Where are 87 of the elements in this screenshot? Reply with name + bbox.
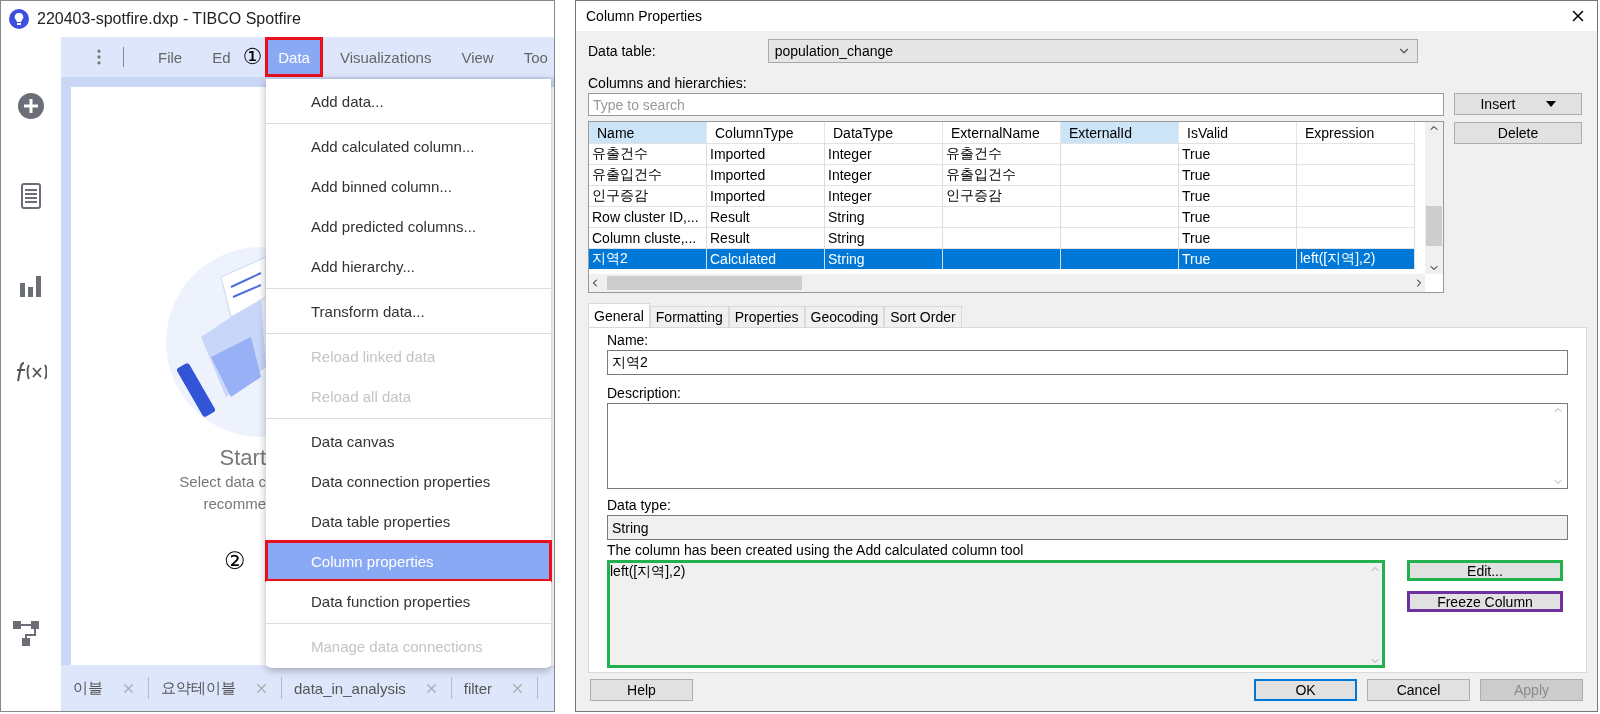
tab[interactable]: Formatting xyxy=(649,306,729,327)
start-text: Select data c xyxy=(179,472,266,492)
table-cell: Imported xyxy=(707,143,825,164)
field-label: Data table: xyxy=(588,43,656,59)
table-cell: Imported xyxy=(707,185,825,206)
horizontal-scrollbar[interactable] xyxy=(589,274,1425,292)
table-cell: 지역2 xyxy=(589,248,707,269)
expression-caption: The column has been created using the Add calculated column tool xyxy=(607,542,1025,558)
data-table-dropdown[interactable]: population_change xyxy=(767,39,1418,63)
table-cell: True xyxy=(1179,206,1297,227)
table-cell: Result xyxy=(707,227,825,248)
section-label: Columns and hierarchies: xyxy=(588,75,748,91)
table-cell: Integer xyxy=(825,185,943,206)
step-marker: ② xyxy=(224,549,246,573)
tab[interactable]: Sort Order xyxy=(884,306,962,327)
page-tab[interactable]: 요약테이블 xyxy=(161,678,236,698)
table-cell: Result xyxy=(707,206,825,227)
vertical-scrollbar[interactable] xyxy=(1425,122,1443,274)
scroll-thumb[interactable] xyxy=(607,276,802,290)
table-cell: 인구증감 xyxy=(589,185,707,206)
side-button[interactable]: Delete xyxy=(1454,122,1582,144)
table-cell: 유출입건수 xyxy=(589,164,707,185)
table-cell: Column cluste,... xyxy=(589,227,707,248)
data-type-field: String xyxy=(607,515,1568,540)
menu-item[interactable]: Add predicted columns... xyxy=(266,206,551,246)
table-cell: 유출건수 xyxy=(589,143,707,164)
table-cell: Row cluster ID,... xyxy=(589,206,707,227)
tab[interactable]: Properties xyxy=(728,306,805,327)
add-icon[interactable] xyxy=(18,93,44,119)
bar-chart-icon[interactable] xyxy=(20,273,42,297)
function-icon[interactable] xyxy=(15,361,47,383)
menu-item[interactable]: Data table properties xyxy=(266,501,551,541)
page-tab[interactable]: 이블 xyxy=(73,678,103,698)
menu-item[interactable]: Data canvas xyxy=(266,421,551,461)
step-marker: ① xyxy=(242,46,263,68)
search-field[interactable]: Type to search xyxy=(588,93,1444,116)
dialog-button[interactable]: OK xyxy=(1254,679,1357,701)
table-cell: True xyxy=(1179,164,1297,185)
column-header[interactable]: Name xyxy=(589,122,707,143)
start-title: Start xyxy=(219,445,266,471)
table-cell: String xyxy=(825,206,943,227)
table-cell: 인구증감 xyxy=(943,185,1061,206)
table-cell: Integer xyxy=(825,164,943,185)
expression-button[interactable]: Freeze Column xyxy=(1407,591,1563,612)
field-label: Name: xyxy=(607,332,650,348)
menu-tab[interactable]: Ed xyxy=(200,38,243,76)
table-cell: True xyxy=(1179,248,1297,269)
tab[interactable]: Geocoding xyxy=(804,306,885,327)
window-title: 220403-spotfire.dxp - TIBCO Spotfire xyxy=(37,10,301,28)
table-cell: String xyxy=(825,227,943,248)
table-cell: Imported xyxy=(707,164,825,185)
field-label: Description: xyxy=(607,385,682,401)
table-cell: Integer xyxy=(825,143,943,164)
menu-tab[interactable]: File xyxy=(146,38,195,76)
expression-field[interactable]: left([지역],2) xyxy=(607,560,1385,668)
menu-item[interactable]: Add binned column... xyxy=(266,166,551,206)
side-button[interactable]: Insert xyxy=(1454,93,1582,115)
table-cell: 유출입건수 xyxy=(943,164,1061,185)
menu-item[interactable]: Data connection properties xyxy=(266,461,551,501)
expression-button[interactable]: Edit... xyxy=(1407,560,1563,581)
table-cell: 유출건수 xyxy=(943,143,1061,164)
scroll-thumb[interactable] xyxy=(1426,206,1442,246)
table-cell: True xyxy=(1179,227,1297,248)
name-field[interactable]: 지역2 xyxy=(607,350,1568,375)
field-label: Data type: xyxy=(607,497,672,513)
table-icon[interactable] xyxy=(21,183,41,209)
column-header[interactable]: ExternalId xyxy=(1061,122,1179,143)
table-cell: left([지역],2) xyxy=(1297,248,1415,269)
table-cell: String xyxy=(825,248,943,269)
app-logo-icon xyxy=(9,9,29,29)
menu-item[interactable]: Add calculated column... xyxy=(266,126,551,166)
table-cell: Calculated xyxy=(707,248,825,269)
table-cell: True xyxy=(1179,185,1297,206)
menu-item[interactable]: Data function properties xyxy=(266,581,551,621)
hierarchy-icon[interactable] xyxy=(13,621,39,647)
dialog-button[interactable]: Help xyxy=(590,679,693,701)
page-tab[interactable]: data_in_analysis xyxy=(294,679,406,697)
menu-tab[interactable]: Too xyxy=(511,38,554,76)
menu-tab[interactable]: View xyxy=(449,38,506,76)
table-cell: True xyxy=(1179,143,1297,164)
start-text: recomme xyxy=(203,494,266,514)
page-tab[interactable]: filter xyxy=(463,679,493,697)
menu-item[interactable]: Add data... xyxy=(266,81,551,121)
tab[interactable]: General xyxy=(588,303,650,327)
menu-tab[interactable]: Visualizations xyxy=(327,38,444,76)
dialog-title: Column Properties xyxy=(586,8,702,24)
dialog-button[interactable]: Cancel xyxy=(1367,679,1470,701)
